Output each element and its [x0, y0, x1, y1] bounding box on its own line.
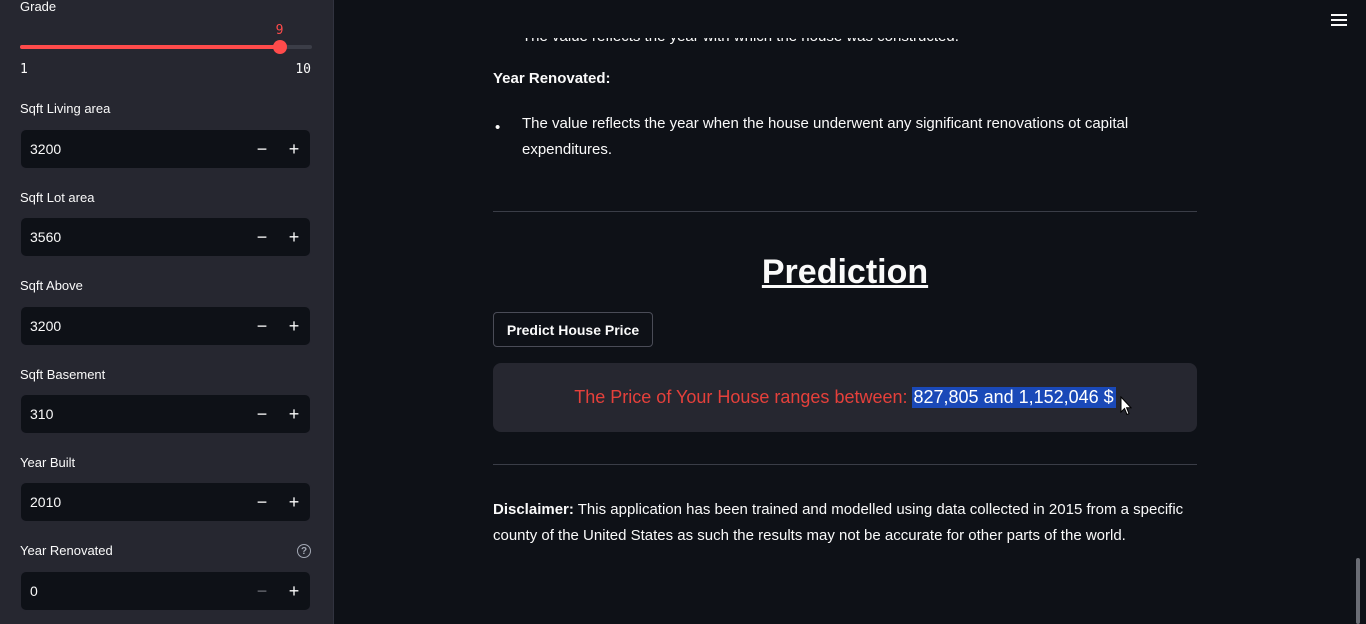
year-built-decrement-button[interactable]: −: [246, 483, 278, 521]
grade-slider-value: 9: [275, 23, 284, 38]
sidebar: Grade 9 1 10 Sqft Living area 3200 − + S…: [0, 0, 334, 624]
sqft-basement-increment-button[interactable]: +: [278, 395, 310, 433]
sqft-basement-decrement-button[interactable]: −: [246, 395, 278, 433]
sqft-living-input[interactable]: 3200 − +: [20, 129, 311, 169]
year-renovated-value[interactable]: 0: [21, 583, 246, 599]
year-renovated-description: The value reflects the year when the hou…: [522, 115, 1129, 158]
sqft-living-increment-button[interactable]: +: [278, 130, 310, 168]
year-built-increment-button[interactable]: +: [278, 483, 310, 521]
year-renovated-increment-button[interactable]: +: [278, 572, 310, 610]
year-built-value[interactable]: 2010: [21, 494, 246, 510]
year-built-description: The value reflects the year with which t…: [522, 28, 959, 45]
sqft-living-label: Sqft Living area: [20, 101, 111, 116]
result-prefix: The Price of Your House ranges between:: [574, 387, 908, 407]
sqft-above-label: Sqft Above: [20, 278, 83, 293]
divider: [493, 211, 1197, 212]
bullet-marker: •: [495, 119, 501, 136]
hamburger-menu-icon[interactable]: [1331, 13, 1347, 27]
disclaimer: Disclaimer: This application has been tr…: [493, 497, 1193, 549]
sqft-above-decrement-button[interactable]: −: [246, 307, 278, 345]
sqft-lot-value[interactable]: 3560: [21, 229, 246, 245]
grade-slider-fill: [20, 45, 280, 49]
disclaimer-text: This application has been trained and mo…: [493, 501, 1184, 544]
year-renovated-decrement-button[interactable]: −: [246, 572, 278, 610]
main-content: The value reflects the year with which t…: [335, 0, 1366, 624]
grade-slider-max: 10: [295, 62, 311, 77]
sqft-above-input[interactable]: 3200 − +: [20, 306, 311, 346]
sqft-basement-input[interactable]: 310 − +: [20, 394, 311, 434]
mouse-cursor-icon: [1120, 396, 1132, 416]
result-value: 827,805 and 1,152,046 $: [911, 387, 1116, 408]
help-icon[interactable]: ?: [297, 544, 311, 558]
grade-slider[interactable]: 9: [20, 23, 312, 54]
year-built-input[interactable]: 2010 − +: [20, 482, 311, 522]
year-renovated-input[interactable]: 0 − +: [20, 571, 311, 611]
sqft-lot-decrement-button[interactable]: −: [246, 218, 278, 256]
sqft-basement-label: Sqft Basement: [20, 367, 106, 382]
grade-slider-thumb[interactable]: [272, 40, 287, 54]
sqft-lot-label: Sqft Lot area: [20, 190, 95, 205]
sqft-lot-increment-button[interactable]: +: [278, 218, 310, 256]
year-built-label: Year Built: [20, 455, 76, 470]
grade-slider-min: 1: [20, 62, 28, 77]
predict-house-price-button[interactable]: Predict House Price: [493, 312, 653, 347]
disclaimer-label: Disclaimer:: [493, 501, 574, 518]
sqft-lot-input[interactable]: 3560 − +: [20, 217, 311, 257]
divider: [493, 464, 1197, 465]
year-renovated-heading: Year Renovated:: [493, 70, 611, 87]
scrollbar[interactable]: [1356, 558, 1360, 624]
sqft-living-value[interactable]: 3200: [21, 141, 246, 157]
sqft-living-decrement-button[interactable]: −: [246, 130, 278, 168]
sqft-basement-value[interactable]: 310: [21, 406, 246, 422]
sqft-above-value[interactable]: 3200: [21, 318, 246, 334]
grade-label: Grade: [20, 0, 57, 14]
prediction-result: The Price of Your House ranges between: …: [493, 363, 1197, 432]
sqft-above-increment-button[interactable]: +: [278, 307, 310, 345]
prediction-heading: Prediction: [761, 253, 929, 291]
year-renovated-label: Year Renovated: [20, 543, 113, 558]
